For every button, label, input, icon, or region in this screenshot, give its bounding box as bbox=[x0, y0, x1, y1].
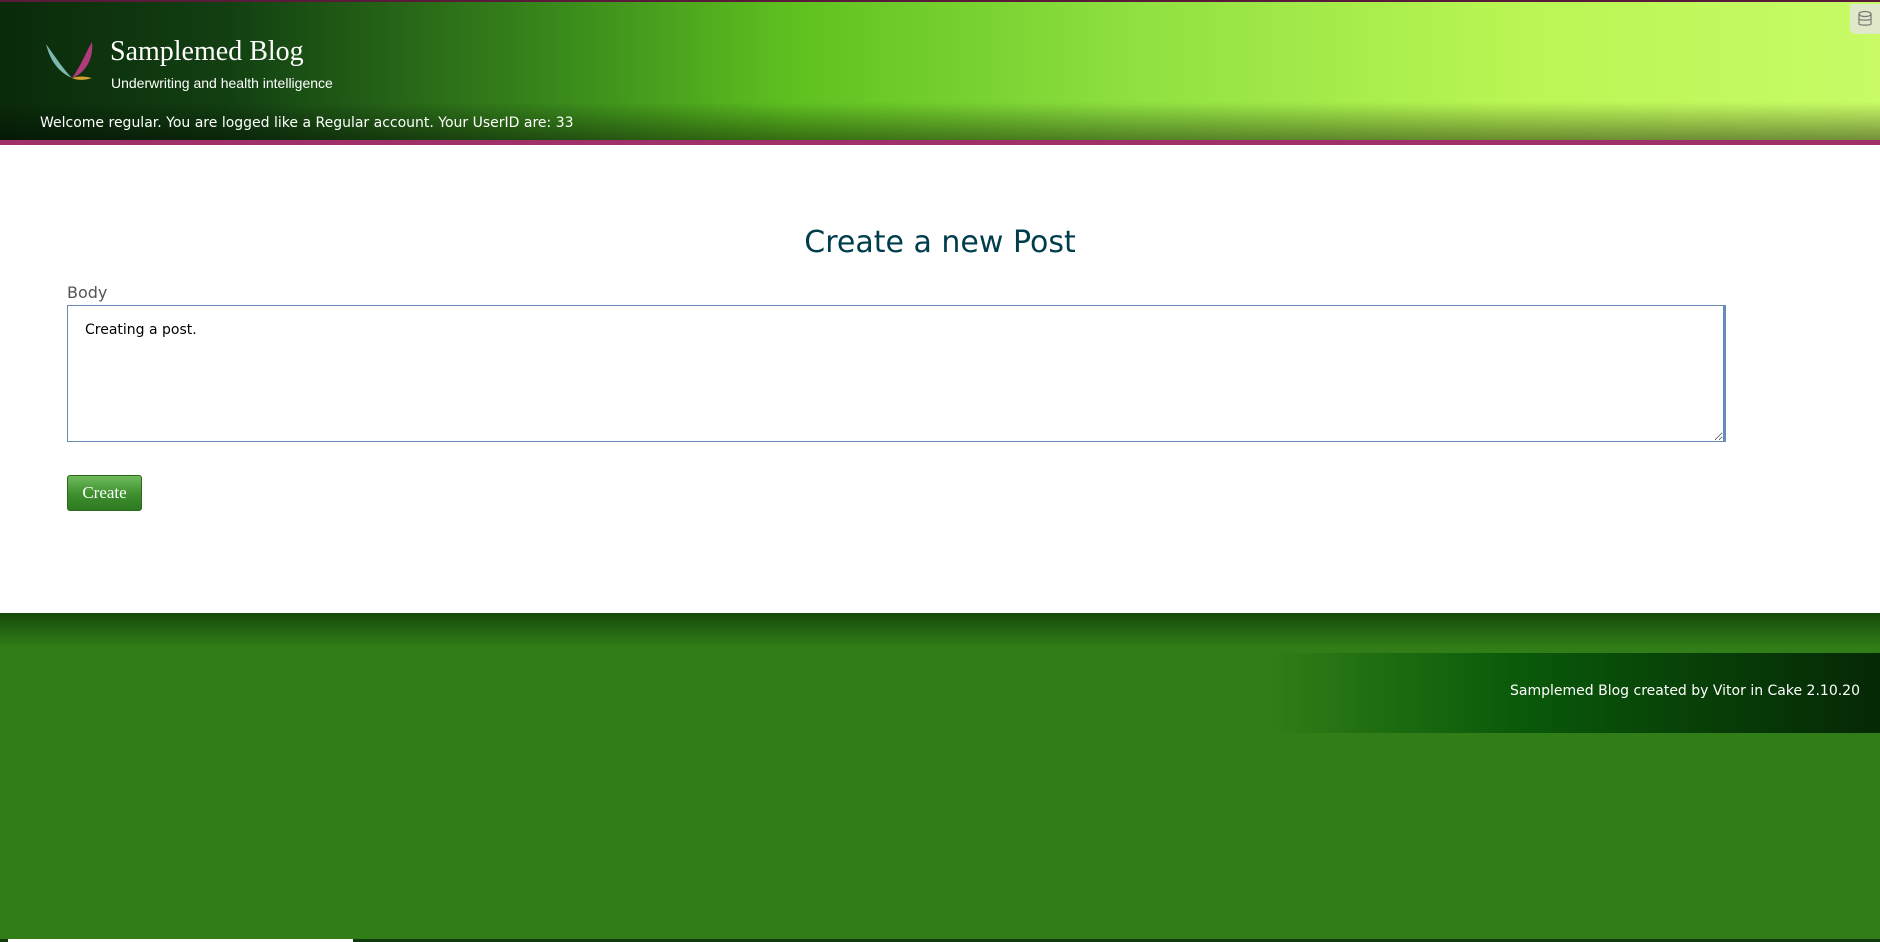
main-content: Create a new Post Body Create bbox=[0, 145, 1880, 613]
page: Samplemed Blog Underwriting and health i… bbox=[0, 0, 1880, 942]
database-icon[interactable] bbox=[1850, 4, 1880, 34]
site-footer: Samplemed Blog created by Vitor in Cake … bbox=[0, 613, 1880, 942]
create-button[interactable]: Create bbox=[67, 475, 142, 511]
welcome-message: Welcome regular. You are logged like a R… bbox=[40, 115, 574, 131]
page-title: Create a new Post bbox=[804, 225, 1076, 260]
footer-credit: Samplemed Blog created by Vitor in Cake … bbox=[1510, 683, 1860, 699]
bird-logo bbox=[46, 42, 93, 80]
site-title[interactable]: Samplemed Blog bbox=[110, 36, 304, 68]
site-subtitle: Underwriting and health intelligence bbox=[111, 75, 333, 91]
body-label: Body bbox=[67, 283, 108, 302]
site-header: Samplemed Blog Underwriting and health i… bbox=[0, 0, 1880, 142]
footer-shadow bbox=[0, 613, 1880, 647]
body-textarea[interactable] bbox=[67, 305, 1726, 442]
